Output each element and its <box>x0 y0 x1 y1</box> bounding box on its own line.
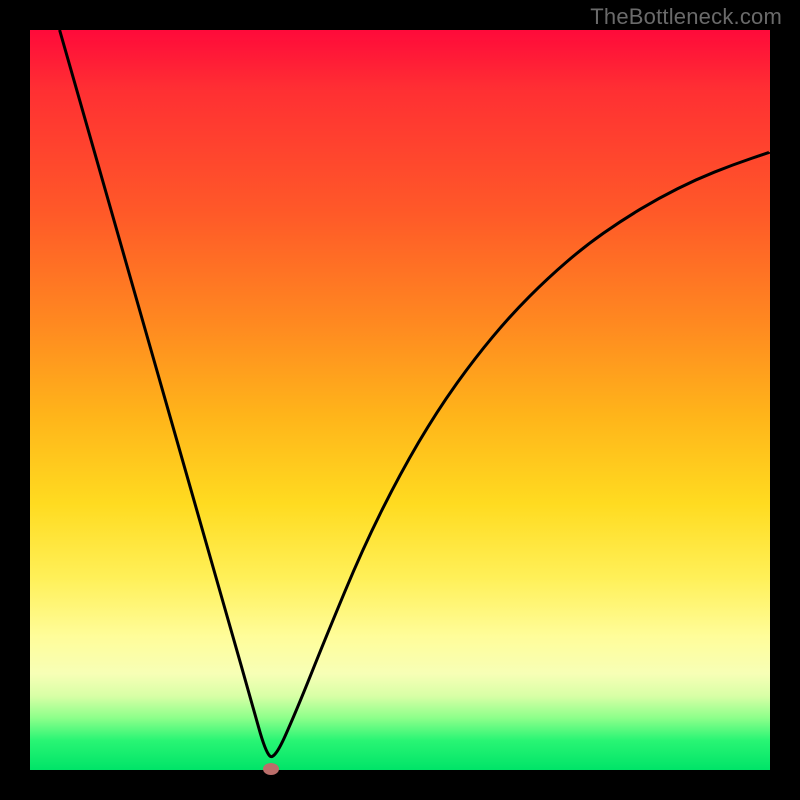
chart-frame: TheBottleneck.com <box>0 0 800 800</box>
minimum-marker <box>263 763 279 775</box>
curve-path <box>60 30 770 757</box>
watermark-text: TheBottleneck.com <box>590 4 782 30</box>
plot-area <box>30 30 770 770</box>
bottleneck-curve <box>30 30 770 770</box>
